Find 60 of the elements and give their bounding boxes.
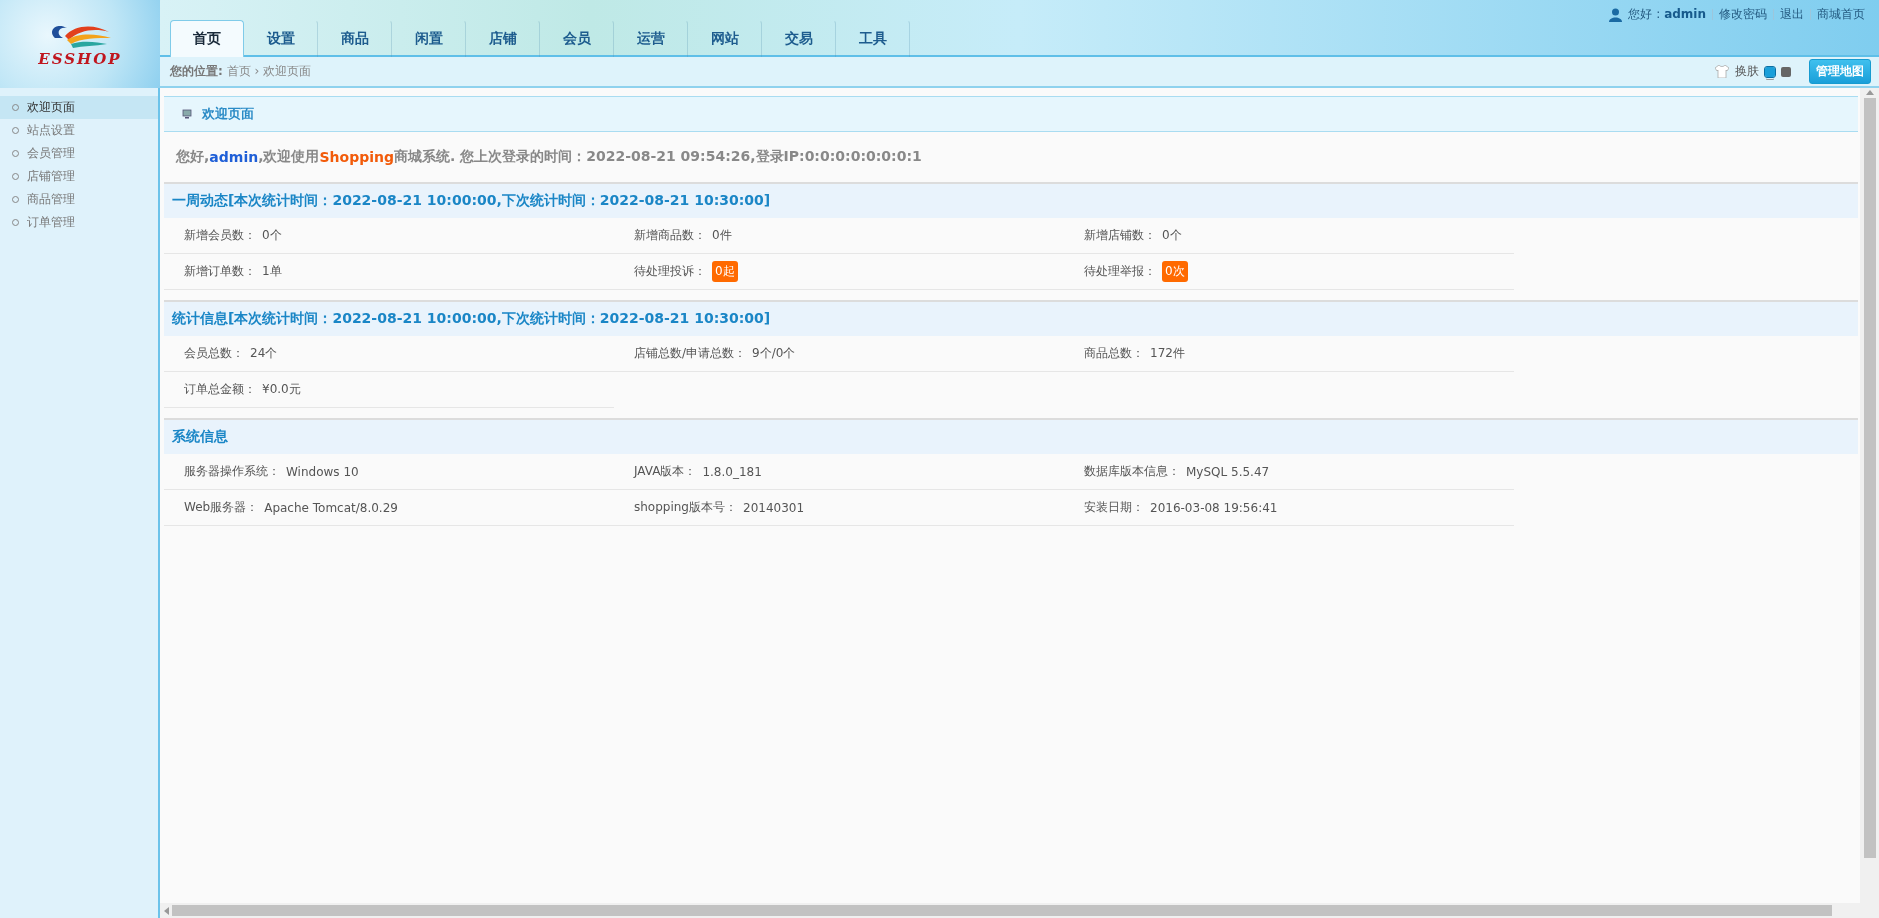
vertical-scrollbar[interactable]	[1860, 88, 1879, 918]
skin-label: 换肤	[1735, 63, 1759, 80]
section-header: 统计信息[本次统计时间：2022-08-21 10:00:00,下次统计时间：2022-08-21 10:30:00]	[164, 300, 1858, 336]
stat-value: 1单	[262, 263, 282, 280]
logo-text: ESSHOP	[38, 50, 122, 68]
stat-value: MySQL 5.5.47	[1186, 464, 1270, 479]
stat-label: shopping版本号：	[634, 499, 737, 516]
stat-label: 商品总数：	[1084, 345, 1144, 362]
stat-label: 待处理投诉：	[634, 263, 706, 280]
sidebar-item[interactable]: 欢迎页面	[0, 96, 158, 119]
stat-label: JAVA版本：	[634, 463, 697, 480]
monitor-icon	[182, 109, 192, 119]
stat-label: 新增商品数：	[634, 227, 706, 244]
count-badge: 0起	[712, 261, 738, 282]
stat-label: 店铺总数/申请总数：	[634, 345, 747, 362]
top-link[interactable]: 修改密码	[1719, 6, 1767, 23]
stat-value: Windows 10	[286, 464, 359, 479]
stat-value: 0个	[1162, 227, 1182, 244]
top-link[interactable]: 商城首页	[1817, 6, 1865, 23]
sidebar-item[interactable]: 店铺管理	[0, 165, 158, 188]
stat-label: 服务器操作系统：	[184, 463, 280, 480]
scroll-up-icon[interactable]	[1865, 90, 1874, 95]
sidebar-item[interactable]: 站点设置	[0, 119, 158, 142]
breadcrumb: 您的位置: 首页 › 欢迎页面	[170, 63, 312, 80]
count-badge: 0次	[1162, 261, 1188, 282]
stat-label: 安装日期：	[1084, 499, 1144, 516]
skin-swatch[interactable]	[1781, 66, 1791, 77]
stat-value: ¥0.0元	[262, 381, 301, 398]
skin-swatch[interactable]	[1765, 66, 1775, 77]
shirt-icon	[1715, 65, 1729, 78]
stat-value: 24个	[250, 345, 278, 362]
stat-value: 20140301	[743, 500, 805, 515]
stat-value: 1.8.0_181	[702, 464, 762, 479]
welcome-message: 您好,admin,欢迎使用Shopping商城系统. 您上次登录的时间：2022-08-21 09:54:26,登录IP:0:0:0:0:0:0:0:1	[174, 147, 923, 167]
stat-value: 2016-03-08 19:56:41	[1150, 500, 1278, 515]
stat-value: 9个/0个	[752, 345, 796, 362]
stat-value: 0件	[712, 227, 732, 244]
stat-value: 0个	[262, 227, 282, 244]
sidebar-item[interactable]: 会员管理	[0, 142, 158, 165]
stat-label: 新增会员数：	[184, 227, 256, 244]
sidebar-item[interactable]: 订单管理	[0, 211, 158, 234]
scroll-left-icon[interactable]	[164, 906, 169, 915]
stat-value: 172件	[1150, 345, 1185, 362]
page-title: 欢迎页面	[202, 105, 254, 123]
nav-tab[interactable]: 首页	[170, 20, 244, 57]
user-greeting: 您好 : admin	[1628, 6, 1706, 23]
stat-label: 待处理举报：	[1084, 263, 1156, 280]
sidebar-item[interactable]: 商品管理	[0, 188, 158, 211]
stat-label: 新增订单数：	[184, 263, 256, 280]
stat-label: 数据库版本信息：	[1084, 463, 1180, 480]
section-header: 一周动态[本次统计时间：2022-08-21 10:00:00,下次统计时间：2022-08-21 10:30:00]	[164, 182, 1858, 218]
top-link[interactable]: 退出	[1780, 6, 1804, 23]
user-icon	[1609, 7, 1623, 22]
stat-label: Web服务器：	[184, 499, 259, 516]
section-header: 系统信息	[164, 418, 1858, 454]
stat-label: 订单总金额：	[184, 381, 256, 398]
horizontal-scrollbar[interactable]	[160, 903, 1860, 918]
stat-label: 会员总数：	[184, 345, 244, 362]
stat-label: 新增店铺数：	[1084, 227, 1156, 244]
stat-value: Apache Tomcat/8.0.29	[264, 500, 398, 515]
